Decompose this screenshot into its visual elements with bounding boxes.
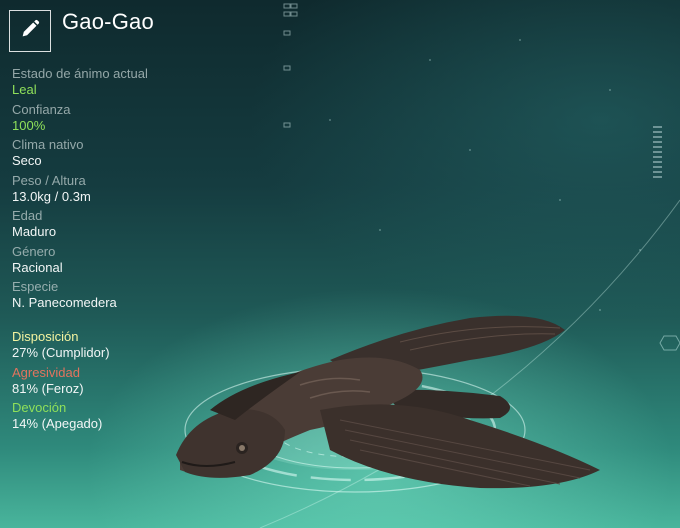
stat-label: Estado de ánimo actual	[12, 66, 148, 81]
stat-gender: Género Racional	[12, 244, 252, 280]
stat-label: Especie	[12, 279, 59, 294]
stat-label: Edad	[12, 208, 43, 223]
trait-aggression: Agresividad 81% (Feroz)	[12, 365, 252, 401]
stat-mood: Estado de ánimo actual Leal	[12, 66, 252, 102]
trait-label: Agresividad	[12, 364, 80, 380]
edit-name-button[interactable]	[9, 10, 51, 52]
stat-value: 100%	[12, 117, 46, 133]
stat-label: Género	[12, 243, 56, 259]
creature-name: Gao-Gao	[62, 9, 154, 34]
stat-weight-height: Peso / Altura 13.0kg / 0.3m	[12, 173, 252, 209]
stat-value: N. Panecomedera	[12, 295, 117, 310]
stat-climate: Clima nativo Seco	[12, 137, 252, 173]
stat-value: 13.0kg / 0.3m	[12, 188, 91, 204]
stat-species: Especie N. Panecomedera	[12, 279, 252, 315]
pencil-icon	[19, 18, 41, 45]
trait-value: 81% (Feroz)	[12, 380, 84, 396]
creature-traits: Disposición 27% (Cumplidor) Agresividad …	[12, 329, 252, 436]
trait-value: 27% (Cumplidor)	[12, 345, 110, 360]
creature-stats: Estado de ánimo actual Leal Confianza 10…	[12, 66, 252, 315]
stat-value: Racional	[12, 259, 63, 275]
stat-label: Peso / Altura	[12, 172, 86, 188]
stat-label: Clima nativo	[12, 137, 84, 152]
trait-disposition: Disposición 27% (Cumplidor)	[12, 329, 252, 365]
trait-value: 14% (Apegado)	[12, 416, 103, 431]
trait-label: Disposición	[12, 329, 79, 344]
stat-value: Seco	[12, 153, 42, 168]
stat-label: Confianza	[12, 101, 71, 117]
stat-trust: Confianza 100%	[12, 102, 252, 138]
trait-devotion: Devoción 14% (Apegado)	[12, 400, 252, 436]
trait-label: Devoción	[12, 400, 67, 415]
stat-value: Maduro	[12, 224, 57, 239]
stat-age: Edad Maduro	[12, 208, 252, 244]
stat-value: Leal	[12, 82, 37, 97]
